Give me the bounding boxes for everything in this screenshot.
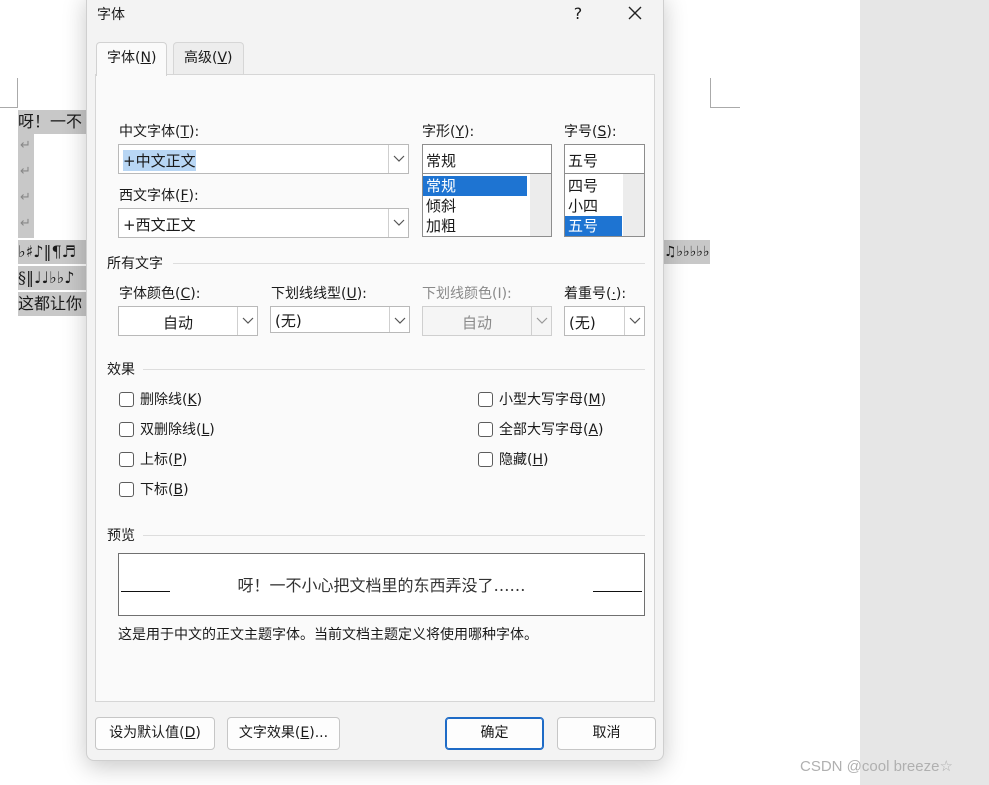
emphasis-mark-label: 着重号(·): <box>564 286 627 302</box>
tab-font[interactable]: 字体(N) <box>96 42 168 76</box>
double-strikethrough-checkbox[interactable]: 双删除线(L) <box>119 419 215 439</box>
preview-section-title: 预览 <box>107 528 135 544</box>
size-listbox[interactable]: 四号 小四 五号 <box>564 173 645 237</box>
underline-color-select: 自动 <box>422 306 552 336</box>
scrollbar[interactable] <box>530 174 551 236</box>
section-divider <box>143 369 645 370</box>
font-dialog: 字体 ? 字体(N) 高级(V) 中文字体(T): +中文正文 西文字体(F):… <box>86 0 664 761</box>
underline-style-label: 下划线线型(U): <box>271 286 367 302</box>
paragraph-mark: ↵ <box>20 190 31 205</box>
checkbox-box[interactable] <box>119 451 134 467</box>
section-divider <box>173 263 645 264</box>
western-font-value: +西文正文 <box>123 216 196 234</box>
list-item[interactable]: 倾斜 <box>423 196 527 216</box>
close-icon <box>628 6 642 20</box>
set-default-button[interactable]: 设为默认值(D) <box>95 717 215 750</box>
chevron-down-icon <box>531 307 551 335</box>
list-item[interactable]: 加粗 <box>423 216 527 236</box>
preview-baseline-right <box>593 591 642 592</box>
western-font-label: 西文字体(F): <box>119 188 199 204</box>
paragraph-mark: ↵ <box>20 216 31 231</box>
underline-color-label: 下划线颜色(I): <box>422 286 512 302</box>
style-input[interactable]: 常规 <box>422 144 552 174</box>
checkbox-box[interactable] <box>119 391 134 407</box>
tab-advanced[interactable]: 高级(V) <box>173 42 244 75</box>
document-text-line: 这都让你 <box>18 292 86 316</box>
paragraph-mark: ↵ <box>20 138 31 153</box>
checkbox-box[interactable] <box>119 421 134 437</box>
superscript-checkbox[interactable]: 上标(P) <box>119 449 187 469</box>
font-description: 这是用于中文的正文主题字体。当前文档主题定义将使用哪种字体。 <box>118 627 538 643</box>
chevron-down-icon[interactable] <box>389 307 409 332</box>
emphasis-mark-select[interactable]: (无) <box>564 306 645 336</box>
list-item[interactable]: 常规 <box>423 176 527 196</box>
all-text-section-title: 所有文字 <box>107 256 163 272</box>
document-margin-area <box>860 0 989 785</box>
chevron-down-icon[interactable] <box>624 307 644 335</box>
chevron-down-icon[interactable] <box>388 209 408 237</box>
checkbox-box[interactable] <box>478 391 493 407</box>
subscript-checkbox[interactable]: 下标(B) <box>119 479 189 499</box>
small-caps-checkbox[interactable]: 小型大写字母(M) <box>478 389 606 409</box>
strikethrough-checkbox[interactable]: 删除线(K) <box>119 389 202 409</box>
western-font-select[interactable]: +西文正文 <box>118 208 409 238</box>
hidden-checkbox[interactable]: 隐藏(H) <box>478 449 548 469</box>
document-symbol-line: ♭♯♪‖¶♬ <box>18 240 86 264</box>
dialog-title: 字体 <box>97 7 125 23</box>
chinese-font-value: +中文正文 <box>123 150 196 171</box>
close-button[interactable] <box>621 2 649 26</box>
font-color-select[interactable]: 自动 <box>118 306 258 336</box>
chevron-down-icon[interactable] <box>388 145 408 173</box>
size-label: 字号(S): <box>564 124 617 140</box>
size-input[interactable]: 五号 <box>564 144 645 174</box>
watermark: CSDN @cool breeze☆ <box>800 758 953 775</box>
paragraph-mark: ↵ <box>20 164 31 179</box>
cancel-button[interactable]: 取消 <box>557 717 656 750</box>
preview-box: 呀！一不小心把文档里的东西弄没了…… <box>118 553 645 616</box>
scrollbar[interactable] <box>623 174 644 236</box>
list-item[interactable]: 四号 <box>565 176 622 196</box>
section-divider <box>143 535 645 536</box>
document-symbol-line-right: ♫♭♭♭♭♭ <box>664 240 710 264</box>
chevron-down-icon[interactable] <box>237 307 257 335</box>
all-caps-checkbox[interactable]: 全部大写字母(A) <box>478 419 604 439</box>
page-corner-mark-left <box>0 78 18 108</box>
list-item[interactable]: 小四 <box>565 196 622 216</box>
list-item[interactable]: 五号 <box>565 216 622 236</box>
document-text-line: 呀！一不 <box>18 110 86 134</box>
chinese-font-select[interactable]: +中文正文 <box>118 144 409 174</box>
checkbox-box[interactable] <box>119 481 134 497</box>
document-section-line: §‖♩♩♭♭♪ <box>18 266 86 290</box>
font-color-label: 字体颜色(C): <box>119 286 201 302</box>
chinese-font-label: 中文字体(T): <box>119 124 200 140</box>
effects-section-title: 效果 <box>107 362 135 378</box>
text-effects-button[interactable]: 文字效果(E)... <box>227 717 340 750</box>
preview-text: 呀！一不小心把文档里的东西弄没了…… <box>237 576 526 595</box>
page-corner-mark-right <box>710 78 740 108</box>
help-button[interactable]: ? <box>565 2 591 26</box>
checkbox-box[interactable] <box>478 451 493 467</box>
style-label: 字形(Y): <box>422 124 475 140</box>
underline-style-select[interactable]: (无) <box>270 306 410 333</box>
checkbox-box[interactable] <box>478 421 493 437</box>
style-listbox[interactable]: 常规 倾斜 加粗 <box>422 173 552 237</box>
ok-button[interactable]: 确定 <box>445 717 544 750</box>
